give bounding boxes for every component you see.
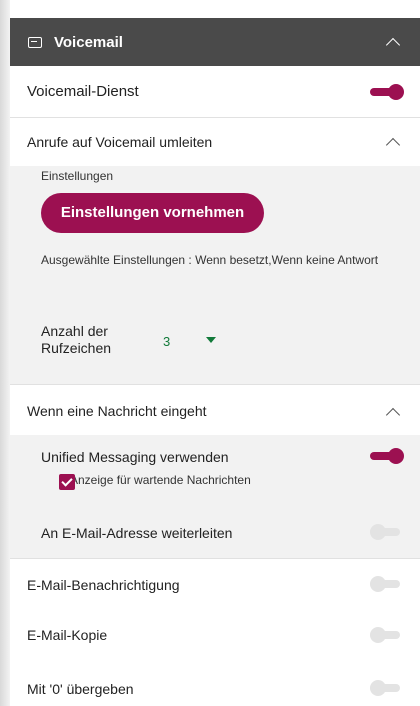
settings-heading: Einstellungen [41,169,114,183]
chevron-up-icon[interactable] [385,37,401,53]
unified-messaging-label: Unified Messaging verwenden [41,449,229,465]
forward-calls-label: Anrufe auf Voicemail umleiten [27,134,213,150]
voicemail-icon [28,36,42,48]
pass-zero-toggle[interactable] [370,680,404,696]
ring-count-dropdown-icon[interactable] [206,337,216,343]
chevron-up-icon[interactable] [385,407,401,423]
email-copy-toggle[interactable] [370,627,404,643]
forward-email-toggle[interactable] [370,524,404,540]
on-message-row[interactable]: Wenn eine Nachricht eingeht [10,385,420,435]
email-notification-toggle[interactable] [370,576,404,592]
settings-button[interactable]: Einstellungen vornehmen [41,193,264,233]
voicemail-header[interactable]: Voicemail [10,18,420,66]
on-message-label: Wenn eine Nachricht eingeht [27,403,207,419]
email-notification-label: E-Mail-Benachrichtigung [27,577,180,593]
email-copy-label: E-Mail-Kopie [27,627,108,643]
pass-zero-label: Mit '0' übergeben [27,681,134,697]
waiting-indicator-label: Anzeige für wartende Nachrichten [70,473,251,487]
forward-email-label: An E-Mail-Adresse weiterleiten [41,525,233,541]
ring-count-value[interactable]: 3 [163,334,170,349]
waiting-indicator-checkbox[interactable] [59,474,75,490]
email-notification-row: E-Mail-Benachrichtigung [10,559,420,607]
voicemail-service-toggle[interactable] [370,84,404,100]
voicemail-service-row: Voicemail-Dienst [10,66,420,117]
pass-zero-row: Mit '0' übergeben [10,659,420,706]
on-message-section: Unified Messaging verwenden Anzeige für … [10,435,420,558]
ring-count-label: Anzahl der Rufzeichen [41,323,112,356]
forward-calls-row[interactable]: Anrufe auf Voicemail umleiten [10,118,420,166]
selected-settings-text: Ausgewählte Einstellungen : Wenn besetzt… [41,253,379,267]
email-copy-row: E-Mail-Kopie [10,607,420,659]
window-edge [0,0,10,706]
voicemail-panel: Voicemail Voicemail-Dienst Anrufe auf Vo… [10,0,420,706]
header-title: Voicemail [54,33,123,51]
chevron-up-icon[interactable] [385,137,401,153]
voicemail-service-label: Voicemail-Dienst [27,83,139,100]
unified-messaging-toggle[interactable] [370,448,404,464]
